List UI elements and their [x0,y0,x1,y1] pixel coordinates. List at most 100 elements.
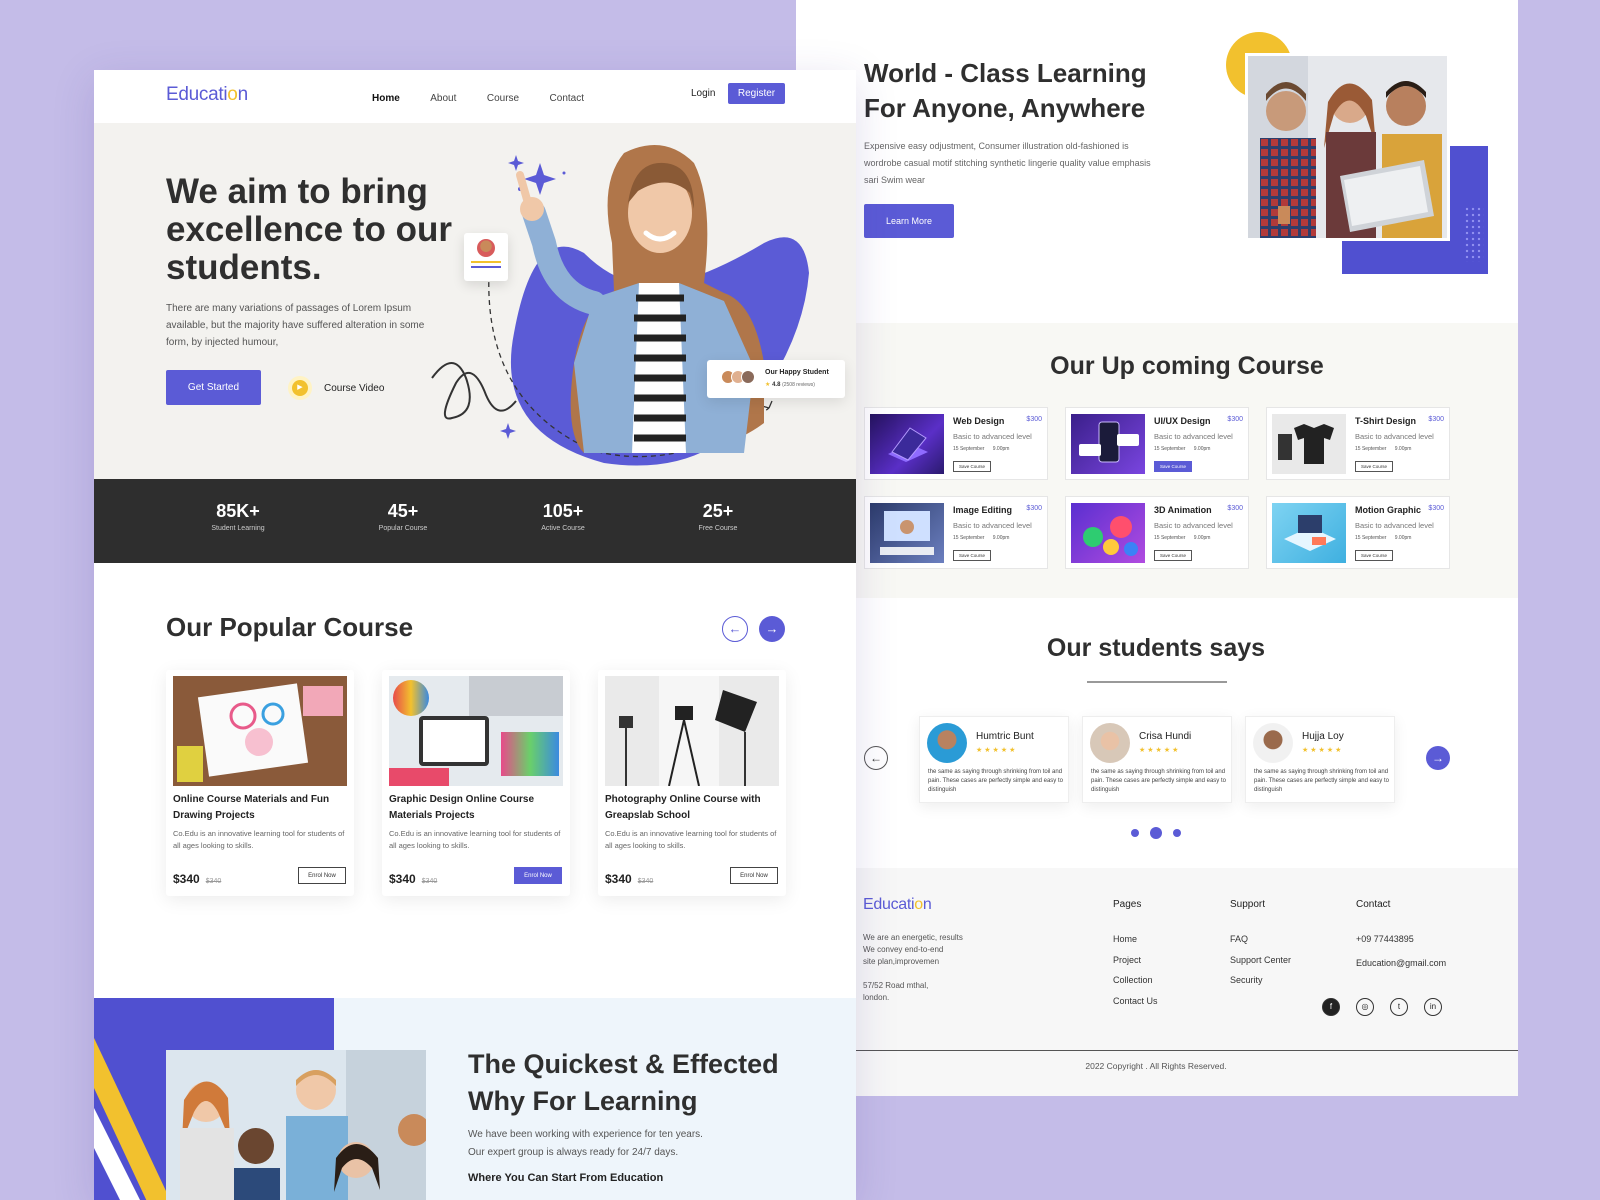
get-started-button[interactable]: Get Started [166,370,261,405]
testimonials-title: Our students says [1046,634,1266,662]
upcoming-card[interactable]: Web Design $300 Basic to advanced level … [864,407,1048,480]
register-button[interactable]: Register [728,83,785,104]
prev-testimonial-button[interactable]: ← [864,746,888,770]
nav-about[interactable]: About [430,93,456,104]
nav-links: Home About Course Contact [372,88,610,106]
footer-link-collection[interactable]: Collection [1113,975,1153,985]
testimonial-card: Crisa Hundi ★★★★★ the same as saying thr… [1082,716,1232,803]
nav-home[interactable]: Home [372,93,400,104]
instagram-icon[interactable]: ◎ [1356,998,1374,1016]
rating-stars: ★★★★★ [976,747,1018,754]
upcoming-card[interactable]: Image Editing $300 Basic to advanced lev… [864,496,1048,569]
twitter-icon[interactable]: t [1390,998,1408,1016]
course-card[interactable]: Online Course Materials and Fun Drawing … [166,670,354,896]
course-level: Basic to advanced level [1355,521,1434,530]
footer-phone: +09 77443895 [1356,934,1414,944]
course-price: $340 $340 [173,872,222,886]
nav-course[interactable]: Course [487,93,519,104]
avatar [1090,723,1130,763]
testimonial-text: the same as saying through shrinking fro… [1091,769,1226,793]
course-price: $300 [1026,505,1042,512]
hero-illustration [431,145,809,466]
popular-title: Our Popular Course [166,612,414,642]
course-price: $300 [1428,416,1444,423]
dots-decoration [1464,206,1484,262]
footer-address: 57/52 Road mthal, london. [863,981,929,1002]
course-date: 15 September 9.00pm [1355,446,1412,452]
footer-email[interactable]: Education@gmail.com [1356,958,1446,968]
navbar: Education Home About Course Contact Logi… [94,70,856,123]
course-level: Basic to advanced level [953,521,1032,530]
team-meeting-photo [166,1050,426,1200]
hero-section: We aim to bring excellence to our studen… [94,123,856,479]
login-link[interactable]: Login [691,88,715,99]
save-course-button[interactable]: Save Course [1154,550,1192,561]
rating: ★ 4.8 (2508 reviews) [765,382,815,388]
course-thumbnail [1071,503,1145,563]
save-course-button[interactable]: Save Course [1355,461,1393,472]
prev-course-button[interactable]: ← [722,616,748,642]
enrol-now-button[interactable]: Enrol Now [298,867,346,884]
carousel-dot[interactable] [1131,829,1139,837]
save-course-button[interactable]: Save Course [1355,550,1393,561]
happy-student-label: Our Happy Student [765,369,829,376]
course-card[interactable]: Photography Online Course with Greapslab… [598,670,786,896]
next-testimonial-button[interactable]: → [1426,746,1450,770]
upcoming-card[interactable]: 3D Animation $300 Basic to advanced leve… [1065,496,1249,569]
footer-divider [856,1050,1518,1051]
enrol-now-button[interactable]: Enrol Now [730,867,778,884]
world-description: Expensive easy odjustment, Consumer illu… [864,141,1151,185]
course-date: 15 September 9.00pm [953,535,1010,541]
upcoming-card[interactable]: T-Shirt Design $300 Basic to advanced le… [1266,407,1450,480]
testimonial-name: Hujja Loy [1302,731,1344,742]
course-price: $300 [1227,505,1243,512]
facebook-icon[interactable]: f [1322,998,1340,1016]
course-price: $300 [1026,416,1042,423]
course-thumbnail [1272,503,1346,563]
learn-more-button[interactable]: Learn More [864,204,954,238]
course-video-link[interactable]: Course Video [324,383,384,394]
footer-logo[interactable]: Education [863,896,932,914]
footer-link-support-center[interactable]: Support Center [1230,955,1291,965]
save-course-button[interactable]: Save Course [953,461,991,472]
course-price: $300 [1428,505,1444,512]
footer-link-contact[interactable]: Contact Us [1113,996,1158,1006]
footer-link-project[interactable]: Project [1113,955,1141,965]
course-name: T-Shirt Design [1355,416,1417,426]
upcoming-card[interactable]: Motion Graphic $300 Basic to advanced le… [1266,496,1450,569]
course-date: 15 September 9.00pm [1355,535,1412,541]
course-image [389,676,563,786]
testimonial-name: Crisa Hundi [1139,731,1192,742]
footer-link-faq[interactable]: FAQ [1230,934,1248,944]
enrol-now-button[interactable]: Enrol Now [514,867,562,884]
stat-active: 105+ Active Course [541,501,585,532]
course-name: Image Editing [953,505,1013,515]
footer-link-security[interactable]: Security [1230,975,1263,985]
save-course-button[interactable]: Save Course [953,550,991,561]
stat-popular: 45+ Popular Course [378,501,428,532]
course-level: Basic to advanced level [953,432,1032,441]
course-card[interactable]: Graphic Design Online Course Materials P… [382,670,570,896]
star-icon: ★ [765,382,771,388]
course-thumbnail [870,414,944,474]
logo[interactable]: Education [166,84,248,106]
play-video-icon[interactable]: ▶ [288,376,312,400]
save-course-button[interactable]: Save Course [1154,461,1192,472]
footer-link-home[interactable]: Home [1113,934,1137,944]
copyright: 2022 Copyright . All Rights Reserved. [1085,1061,1227,1071]
nav-contact[interactable]: Contact [550,93,584,104]
course-title: Online Course Materials and Fun Drawing … [173,794,330,821]
linkedin-icon[interactable]: in [1424,998,1442,1016]
avatar [927,723,967,763]
carousel-dot-active[interactable] [1150,827,1162,839]
next-course-button[interactable]: → [759,616,785,642]
course-name: Motion Graphic [1355,505,1421,515]
rating-stars: ★★★★★ [1139,747,1181,754]
stat-students: 85K+ Student Learning [211,501,265,532]
profile-badge [464,233,508,281]
upcoming-card[interactable]: UI/UX Design $300 Basic to advanced leve… [1065,407,1249,480]
carousel-dot[interactable] [1173,829,1181,837]
avatar [741,370,755,384]
footer-about: We are an energetic, results We convey en… [863,933,963,966]
avatar [477,239,495,257]
